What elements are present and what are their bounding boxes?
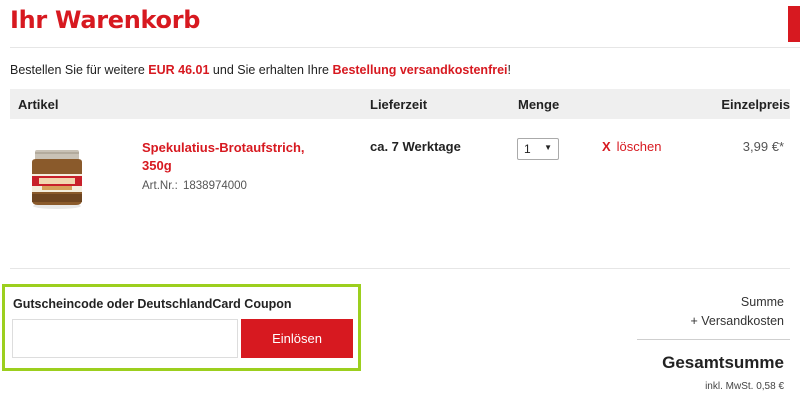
vat-note: inkl. MwSt. 0,58 € <box>705 381 784 392</box>
article-number-label: Art.Nr.: <box>142 180 178 192</box>
column-header-article: Artikel <box>18 97 59 112</box>
remove-label: löschen <box>616 139 662 154</box>
remove-x-icon: X <box>602 139 611 154</box>
summary-shipping-label: + Versandkosten <box>690 314 784 328</box>
divider <box>10 268 790 269</box>
redeem-coupon-button[interactable]: Einlösen <box>241 319 353 358</box>
remove-item-link[interactable]: Xlöschen <box>602 139 661 154</box>
divider <box>637 339 790 340</box>
header-accent-bar <box>788 6 800 42</box>
notice-middle: und Sie erhalten Ihre <box>212 63 329 77</box>
divider <box>10 47 800 48</box>
product-jar-image[interactable] <box>22 146 92 210</box>
column-header-delivery: Lieferzeit <box>370 97 428 112</box>
notice-suffix: ! <box>507 63 512 77</box>
column-header-quantity: Menge <box>518 97 560 112</box>
coupon-section: Gutscheincode oder DeutschlandCard Coupo… <box>2 284 361 371</box>
page-title: Ihr Warenkorb <box>10 6 201 34</box>
article-number-value: 1838974000 <box>182 180 247 192</box>
unit-price: 3,99 €* <box>742 139 784 154</box>
article-number: Art.Nr.: 1838974000 <box>142 180 247 192</box>
quantity-value: 1 <box>524 142 531 156</box>
product-name-link[interactable]: Spekulatius-Brotaufstrich, 350g <box>142 139 332 175</box>
coupon-code-input[interactable] <box>12 319 238 358</box>
notice-prefix: Bestellen Sie für weitere <box>10 63 145 77</box>
chevron-down-icon: ▼ <box>544 143 552 152</box>
cart-table-header: Artikel Lieferzeit Menge Einzelpreis <box>10 89 790 119</box>
grand-total-label: Gesamtsumme <box>662 353 784 372</box>
coupon-label: Gutscheincode oder DeutschlandCard Coupo… <box>13 297 292 311</box>
notice-amount: EUR 46.01 <box>148 63 210 77</box>
column-header-unit-price: Einzelpreis <box>721 97 790 112</box>
free-shipping-notice: Bestellen Sie für weitere EUR 46.01 und … <box>10 63 511 77</box>
delivery-time: ca. 7 Werktage <box>370 139 461 154</box>
notice-highlight: Bestellung versandkostenfrei <box>332 63 508 77</box>
summary-sum-label: Summe <box>740 295 784 309</box>
quantity-select[interactable]: 1 ▼ <box>517 138 559 160</box>
